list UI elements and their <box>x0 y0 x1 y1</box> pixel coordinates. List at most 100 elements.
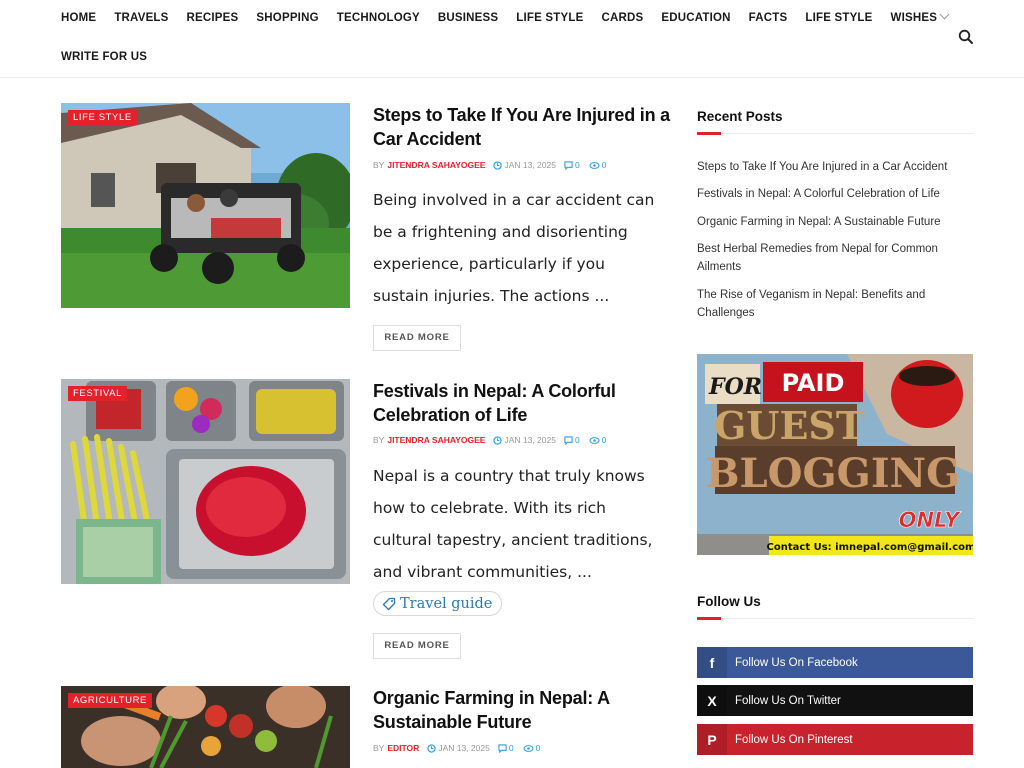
view-count-text: 0 <box>535 743 541 753</box>
follow-pinterest-button[interactable]: P Follow Us On Pinterest <box>697 724 973 755</box>
category-badge[interactable]: FESTIVAL <box>68 386 127 401</box>
comment-count-text: 0 <box>574 160 580 170</box>
follow-facebook-label: Follow Us On Facebook <box>735 656 858 669</box>
nav-row-1: HOME TRAVELS RECIPES SHOPPING TECHNOLOGY… <box>61 0 950 36</box>
nav-business[interactable]: BUSINESS <box>438 12 498 24</box>
nav-home[interactable]: HOME <box>61 12 96 24</box>
nav-technology[interactable]: TECHNOLOGY <box>337 12 420 24</box>
nav-row-2: WRITE FOR US <box>61 39 165 75</box>
nav-wishes[interactable]: WISHES <box>890 9 950 24</box>
post-author[interactable]: EDITOR <box>387 743 419 753</box>
post-meta: BY EDITOR JAN 13, 2025 0 0 <box>373 743 540 753</box>
eye-icon <box>589 436 600 444</box>
recent-post-link[interactable]: Steps to Take If You Are Injured in a Ca… <box>697 158 957 176</box>
recent-posts-heading: Recent Posts <box>697 109 783 124</box>
follow-twitter-label: Follow Us On Twitter <box>735 694 841 707</box>
comment-count[interactable]: 0 <box>564 160 580 170</box>
nav-travels[interactable]: TRAVELS <box>114 12 168 24</box>
meta-by: BY <box>373 435 385 445</box>
view-count-text: 0 <box>601 160 607 170</box>
facebook-icon: f <box>697 647 727 678</box>
post-title[interactable]: Festivals in Nepal: A Colorful Celebrati… <box>373 379 673 427</box>
follow-us-widget: Follow Us <box>697 594 973 624</box>
tag-label: Travel guide <box>400 595 493 612</box>
heading-accent <box>697 617 721 620</box>
category-badge[interactable]: LIFE STYLE <box>68 110 137 125</box>
heading-underline <box>697 132 973 135</box>
comment-icon <box>564 160 573 170</box>
read-more-button[interactable]: READ MORE <box>373 325 461 351</box>
post-date: JAN 13, 2025 <box>493 160 556 170</box>
view-count-text: 0 <box>601 435 607 445</box>
post-meta: BY JITENDRA SAHAYOGEE JAN 13, 2025 0 0 <box>373 160 606 170</box>
main-nav: HOME TRAVELS RECIPES SHOPPING TECHNOLOGY… <box>61 0 950 63</box>
clock-icon <box>493 435 503 445</box>
clock-icon <box>427 743 436 753</box>
post-card: LIFE STYLE Steps to Take If You Are Inju… <box>61 103 670 353</box>
nav-recipes[interactable]: RECIPES <box>187 12 239 24</box>
post-author[interactable]: JITENDRA SAHAYOGEE <box>387 435 485 445</box>
post-date-text: JAN 13, 2025 <box>438 743 490 753</box>
comment-count[interactable]: 0 <box>564 435 580 445</box>
tag-icon <box>382 597 396 610</box>
recent-post-link[interactable]: Festivals in Nepal: A Colorful Celebrati… <box>697 185 957 203</box>
read-more-button[interactable]: READ MORE <box>373 633 461 659</box>
chevron-down-icon <box>939 9 950 20</box>
meta-by: BY <box>373 743 385 753</box>
recent-post-link[interactable]: Best Herbal Remedies from Nepal for Comm… <box>697 240 957 276</box>
post-date: JAN 13, 2025 <box>493 435 556 445</box>
post-excerpt: Nepal is a country that truly knows how … <box>373 467 653 581</box>
guest-blogging-ad-banner[interactable]: FOR PAID GUEST BLOGGING ONLY Contact Us:… <box>697 354 973 555</box>
nav-facts[interactable]: FACTS <box>749 12 788 24</box>
nav-wishes-label: WISHES <box>890 12 938 24</box>
view-count: 0 <box>589 435 607 445</box>
comment-count[interactable]: 0 <box>498 743 514 753</box>
eye-icon <box>589 161 600 169</box>
comment-count-text: 0 <box>508 743 514 753</box>
comment-icon <box>564 435 573 445</box>
post-card: FESTIVAL Festivals in Nepal: A Colorful … <box>61 379 661 659</box>
heading-underline <box>697 617 973 620</box>
view-count: 0 <box>523 743 541 753</box>
nav-life-style[interactable]: LIFE STYLE <box>516 12 583 24</box>
post-date-text: JAN 13, 2025 <box>504 435 556 445</box>
x-twitter-icon: X <box>697 685 727 716</box>
post-date: JAN 13, 2025 <box>427 743 490 753</box>
post-thumbnail[interactable]: FESTIVAL <box>61 379 350 584</box>
post-date-text: JAN 13, 2025 <box>504 160 556 170</box>
post-title[interactable]: Steps to Take If You Are Injured in a Ca… <box>373 103 673 151</box>
post-title[interactable]: Organic Farming in Nepal: A Sustainable … <box>373 686 673 734</box>
nav-write-for-us[interactable]: WRITE FOR US <box>61 51 147 63</box>
ad-blogging-text: BLOGGING <box>706 450 961 497</box>
follow-us-heading: Follow Us <box>697 594 761 609</box>
ad-only-text: ONLY <box>899 508 962 532</box>
comment-icon <box>498 743 507 753</box>
post-card: AGRICULTURE Organic Farming in Nepal: A … <box>61 686 661 768</box>
nav-education[interactable]: EDUCATION <box>661 12 730 24</box>
view-count: 0 <box>589 160 607 170</box>
category-badge[interactable]: AGRICULTURE <box>68 693 152 708</box>
nav-cards[interactable]: CARDS <box>601 12 643 24</box>
search-icon[interactable] <box>958 29 974 45</box>
recent-post-link[interactable]: Organic Farming in Nepal: A Sustainable … <box>697 213 957 231</box>
follow-pinterest-label: Follow Us On Pinterest <box>735 733 853 746</box>
follow-twitter-button[interactable]: X Follow Us On Twitter <box>697 685 973 716</box>
nav-shopping[interactable]: SHOPPING <box>256 12 318 24</box>
post-thumbnail[interactable]: AGRICULTURE <box>61 686 350 768</box>
ad-for-text: FOR <box>708 374 762 400</box>
post-thumbnail[interactable]: LIFE STYLE <box>61 103 350 308</box>
follow-facebook-button[interactable]: f Follow Us On Facebook <box>697 647 973 678</box>
recent-post-link[interactable]: The Rise of Veganism in Nepal: Benefits … <box>697 286 957 322</box>
post-excerpt: Being involved in a car accident can be … <box>373 191 655 305</box>
ad-paid-text: PAID <box>782 369 845 397</box>
nav-life-style-2[interactable]: LIFE STYLE <box>805 12 872 24</box>
heading-accent <box>697 132 721 135</box>
meta-by: BY <box>373 160 385 170</box>
recent-posts-widget: Recent Posts Steps to Take If You Are In… <box>697 109 973 324</box>
post-meta: BY JITENDRA SAHAYOGEE JAN 13, 2025 0 0 <box>373 435 606 445</box>
post-author[interactable]: JITENDRA SAHAYOGEE <box>387 160 485 170</box>
comment-count-text: 0 <box>574 435 580 445</box>
ad-contact-text: Contact Us: imnepal.com@gmail.com <box>767 542 973 553</box>
clock-icon <box>493 160 503 170</box>
tag-link[interactable]: Travel guide <box>373 591 503 616</box>
